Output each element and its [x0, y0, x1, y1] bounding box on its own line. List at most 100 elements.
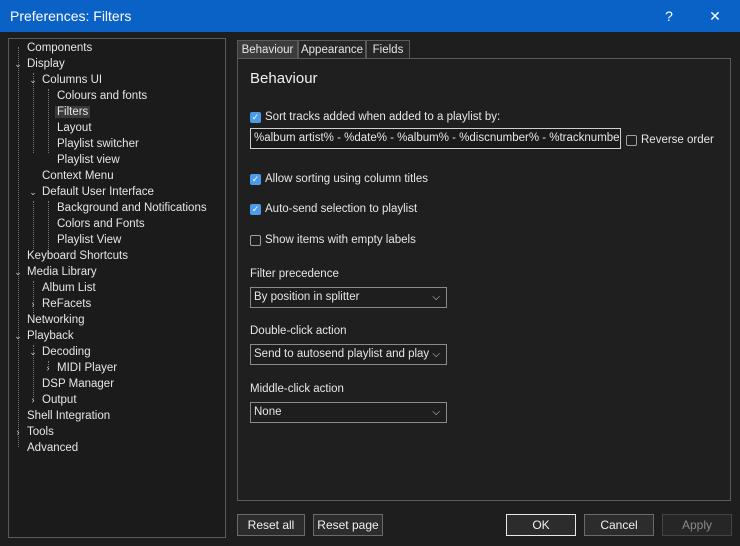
- tree-item-tools[interactable]: › Tools: [17, 424, 56, 440]
- double-click-select[interactable]: Send to autosend playlist and play ⌵: [250, 344, 447, 365]
- reverse-order-label: Reverse order: [641, 134, 714, 146]
- show-empty-labels-label: Show items with empty labels: [265, 234, 416, 246]
- window-title: Preferences: Filters: [10, 8, 132, 24]
- cancel-button[interactable]: Cancel: [584, 514, 654, 536]
- chevron-down-icon[interactable]: ⌄: [13, 56, 23, 72]
- tree-item-networking[interactable]: Networking: [25, 312, 87, 328]
- tree-item-advanced[interactable]: Advanced: [25, 440, 80, 456]
- chevron-down-icon[interactable]: ⌄: [28, 344, 38, 360]
- chevron-down-icon[interactable]: ⌄: [13, 264, 23, 280]
- checkbox-checked-icon: ✓: [250, 111, 261, 123]
- allow-sorting-label: Allow sorting using column titles: [265, 173, 428, 185]
- chevron-down-icon: ⌵: [432, 292, 440, 303]
- double-click-value: Send to autosend playlist and play: [254, 348, 430, 360]
- reverse-order-checkbox[interactable]: Reverse order: [626, 132, 714, 148]
- middle-click-label: Middle-click action: [250, 383, 344, 395]
- chevron-right-icon[interactable]: ›: [28, 392, 38, 408]
- tree-item-shell-integration[interactable]: Shell Integration: [25, 408, 112, 424]
- tree-item-label: Networking: [27, 314, 85, 326]
- tree-item-label: Playlist View: [57, 234, 122, 246]
- tree-item-playlist-switcher[interactable]: Playlist switcher: [55, 136, 141, 152]
- tree-item-media-library[interactable]: ⌄ Media Library: [14, 264, 99, 280]
- tree-item-album-list[interactable]: Album List: [40, 280, 98, 296]
- double-click-label: Double-click action: [250, 325, 347, 337]
- checkbox-checked-icon: ✓: [250, 203, 261, 215]
- tree-item-components[interactable]: Components: [25, 40, 94, 56]
- sort-tracks-label: Sort tracks added when added to a playli…: [265, 111, 501, 123]
- checkbox-checked-icon: ✓: [250, 173, 261, 185]
- checkbox-unchecked-icon: [250, 234, 261, 246]
- chevron-down-icon: ⌵: [432, 407, 440, 418]
- auto-send-label: Auto-send selection to playlist: [265, 203, 418, 215]
- filter-precedence-label: Filter precedence: [250, 268, 339, 280]
- tree-item-colours-and-fonts[interactable]: Colours and fonts: [55, 88, 149, 104]
- tree-item-label: DSP Manager: [42, 378, 115, 390]
- tree-item-playlist-view[interactable]: Playlist view: [55, 152, 122, 168]
- tree-item-label: Advanced: [27, 442, 79, 454]
- tree-guide-line: [33, 201, 34, 249]
- tree-item-decoding[interactable]: ⌄ Decoding: [29, 344, 93, 360]
- checkbox-unchecked-icon: [626, 134, 637, 146]
- tree-item-label: Shell Integration: [27, 410, 111, 422]
- preferences-tree[interactable]: Components ⌄ Display ⌄ Columns UI Colours …: [8, 38, 226, 538]
- tree-item-context-menu[interactable]: Context Menu: [40, 168, 116, 184]
- tree-item-label: Context Menu: [42, 170, 114, 182]
- sort-tracks-checkbox[interactable]: ✓ Sort tracks added when added to a play…: [250, 109, 500, 125]
- sort-pattern-input[interactable]: %album artist% - %date% - %album% - %dis…: [250, 128, 621, 149]
- middle-click-value: None: [254, 406, 282, 418]
- tree-guide-line: [48, 201, 49, 249]
- tree-item-output[interactable]: › Output: [32, 392, 79, 408]
- auto-send-checkbox[interactable]: ✓ Auto-send selection to playlist: [250, 201, 417, 217]
- reset-page-button[interactable]: Reset page: [313, 514, 383, 536]
- chevron-right-icon[interactable]: ›: [43, 360, 53, 376]
- tab-fields[interactable]: Fields: [366, 40, 410, 58]
- apply-button[interactable]: Apply: [662, 514, 732, 536]
- tree-item-filters[interactable]: Filters: [55, 104, 91, 120]
- tree-item-label: Output: [42, 394, 77, 406]
- tree-item-background-and-notifications[interactable]: Background and Notifications: [55, 200, 209, 216]
- tree-item-label: Album List: [42, 282, 96, 294]
- tree-item-label: Default User Interface: [42, 186, 154, 198]
- tree-item-label: Colours and fonts: [57, 90, 148, 102]
- tree-item-label: Keyboard Shortcuts: [27, 250, 129, 262]
- tree-guide-line: [18, 47, 19, 447]
- tree-item-label: Media Library: [27, 266, 97, 278]
- chevron-right-icon[interactable]: ›: [28, 296, 38, 312]
- help-button[interactable]: ?: [646, 0, 692, 32]
- tree-guide-line: [48, 89, 49, 153]
- tree-item-playlist-view-dui[interactable]: Playlist View: [55, 232, 123, 248]
- tree-item-label: Playlist view: [57, 154, 120, 166]
- tree-item-colors-and-fonts[interactable]: Colors and Fonts: [55, 216, 147, 232]
- tree-item-default-user-interface[interactable]: ⌄ Default User Interface: [29, 184, 156, 200]
- tree-item-label: Columns UI: [42, 74, 103, 86]
- allow-sorting-checkbox[interactable]: ✓ Allow sorting using column titles: [250, 171, 428, 187]
- tree-item-display[interactable]: ⌄ Display: [14, 56, 67, 72]
- tree-item-columns-ui[interactable]: ⌄ Columns UI: [29, 72, 104, 88]
- tree-item-label: Display: [27, 58, 65, 70]
- tree-item-label: Decoding: [42, 346, 91, 358]
- chevron-down-icon[interactable]: ⌄: [28, 184, 38, 200]
- close-button[interactable]: ✕: [692, 0, 738, 32]
- reset-all-button[interactable]: Reset all: [237, 514, 305, 536]
- tree-item-label: Playlist switcher: [57, 138, 139, 150]
- middle-click-select[interactable]: None ⌵: [250, 402, 447, 423]
- chevron-right-icon[interactable]: ›: [13, 424, 23, 440]
- chevron-down-icon[interactable]: ⌄: [28, 72, 38, 88]
- tree-item-dsp-manager[interactable]: DSP Manager: [40, 376, 116, 392]
- tree-item-midi-player[interactable]: › MIDI Player: [47, 360, 119, 376]
- ok-button[interactable]: OK: [506, 514, 576, 536]
- show-empty-labels-checkbox[interactable]: Show items with empty labels: [250, 232, 416, 248]
- filter-precedence-select[interactable]: By position in splitter ⌵: [250, 287, 447, 308]
- tree-item-label: MIDI Player: [57, 362, 118, 374]
- tree-item-keyboard-shortcuts[interactable]: Keyboard Shortcuts: [25, 248, 130, 264]
- tree-item-label: Layout: [57, 122, 92, 134]
- page-title: Behaviour: [250, 70, 318, 87]
- filter-precedence-value: By position in splitter: [254, 291, 360, 303]
- chevron-down-icon[interactable]: ⌄: [13, 328, 23, 344]
- tree-item-playback[interactable]: ⌄ Playback: [14, 328, 76, 344]
- title-bar: Preferences: Filters ? ✕: [0, 0, 740, 32]
- tree-item-refacets[interactable]: › ReFacets: [32, 296, 93, 312]
- tab-appearance[interactable]: Appearance: [298, 40, 366, 58]
- tab-behaviour[interactable]: Behaviour: [237, 40, 298, 59]
- tree-item-layout[interactable]: Layout: [55, 120, 94, 136]
